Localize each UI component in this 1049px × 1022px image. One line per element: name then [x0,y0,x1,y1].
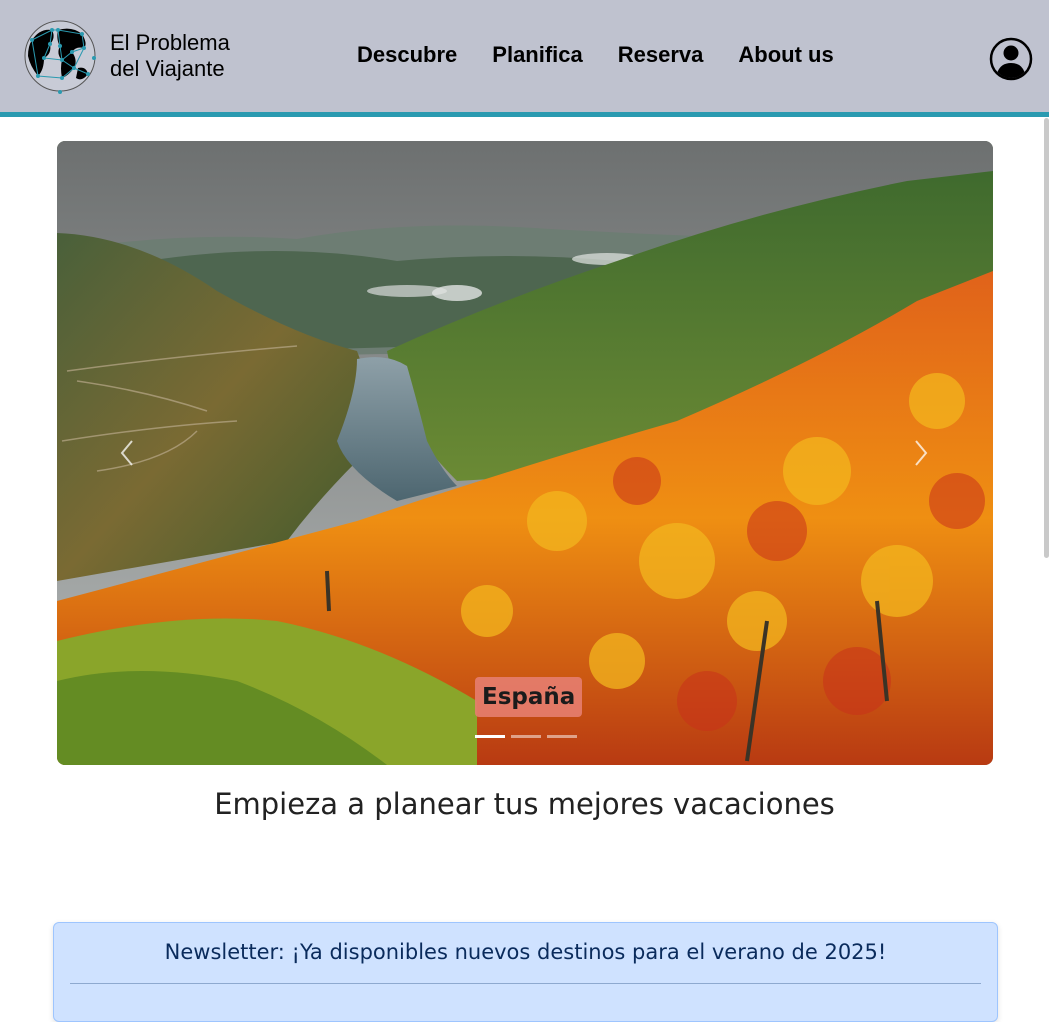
carousel-indicator-2[interactable] [511,735,541,738]
destination-carousel: España [57,141,993,765]
nav-link-about-us[interactable]: About us [738,40,833,70]
account-button[interactable] [989,37,1033,81]
nav-link-planifica[interactable]: Planifica [492,40,582,70]
chevron-left-icon [120,440,133,466]
nav-link-descubre[interactable]: Descubre [357,40,457,70]
main-nav: Descubre Planifica Reserva About us [357,40,834,70]
page-headline: Empieza a planear tus mejores vacaciones [214,787,835,821]
carousel-indicators [475,735,577,738]
home-logo-link[interactable]: El Problema del Viajante [22,18,230,94]
carousel-slide-image [57,141,993,765]
slide-caption: España [475,677,583,717]
nav-link-reserva[interactable]: Reserva [618,40,704,70]
brand-name: El Problema del Viajante [110,30,230,82]
carousel-indicator-3[interactable] [547,735,577,738]
globe-network-icon [24,20,96,94]
brand-line-1: El Problema [110,30,230,55]
newsletter-title: Newsletter: ¡Ya disponibles nuevos desti… [164,940,887,964]
carousel-prev-button[interactable] [113,431,141,475]
carousel-indicator-1[interactable] [475,735,505,738]
chevron-right-icon [915,440,928,466]
newsletter-banner: Newsletter: ¡Ya disponibles nuevos desti… [53,922,998,1022]
page-scrollbar[interactable] [1044,118,1049,558]
brand-line-2: del Viajante [110,56,225,81]
newsletter-divider [70,983,981,984]
site-header: El Problema del Viajante Descubre Planif… [0,0,1049,117]
carousel-next-button[interactable] [907,431,935,475]
user-circle-icon [989,37,1033,81]
